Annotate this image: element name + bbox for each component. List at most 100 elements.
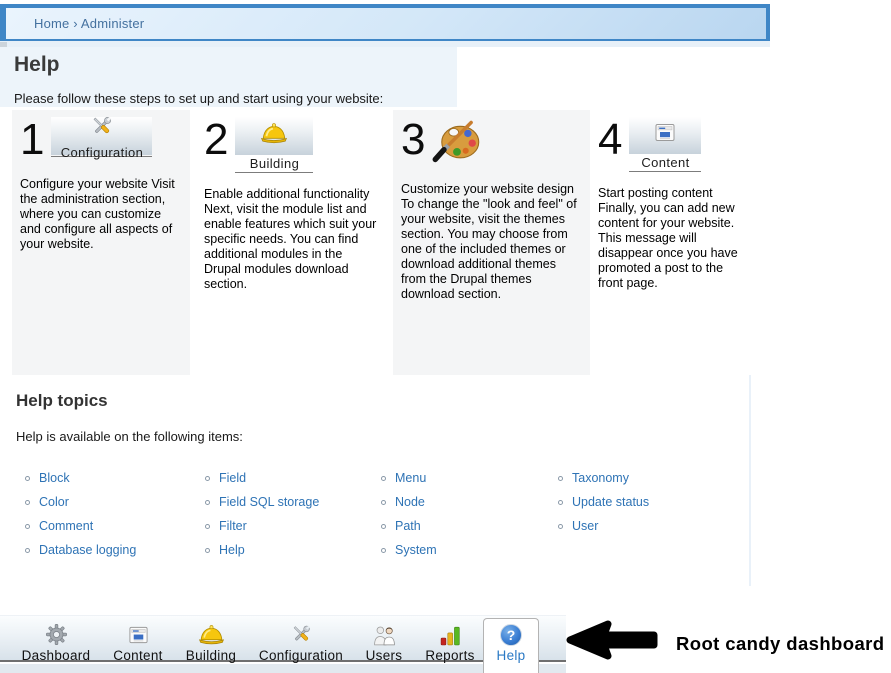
admin-toolbar: Dashboard Content Building Configuration…: [0, 615, 566, 663]
list-item: Color: [25, 490, 136, 514]
drupal-help-screen: Home › Administer Help Please follow the…: [0, 0, 891, 673]
step-description: Configure your website Visit the adminis…: [20, 177, 175, 251]
list-item: Update status: [558, 490, 649, 514]
circle-bullet-icon: [381, 475, 386, 481]
step-number: 3: [401, 115, 426, 164]
step-number: 4: [598, 115, 623, 164]
list-item: System: [381, 538, 437, 562]
topics-column-2: Field Field SQL storage Filter Help: [205, 466, 319, 562]
page-title: Help: [14, 53, 60, 76]
topic-link-menu[interactable]: Menu: [395, 471, 426, 485]
list-item: Block: [25, 466, 136, 490]
topic-link-taxonomy[interactable]: Taxonomy: [572, 471, 629, 485]
content-window-icon: [127, 621, 150, 646]
content-window-icon: [653, 122, 677, 149]
setup-steps: 1 Configuration Configure your website V…: [12, 110, 757, 375]
circle-bullet-icon: [205, 547, 210, 553]
topic-link-system[interactable]: System: [395, 543, 437, 557]
content-link[interactable]: Content: [629, 117, 702, 172]
step-1-column: 1 Configuration Configure your website V…: [12, 110, 190, 375]
circle-bullet-icon: [205, 499, 210, 505]
annotation-text: Root candy dashboard: [676, 633, 885, 654]
gear-icon: [45, 621, 68, 646]
step-number: 1: [20, 115, 45, 164]
toolbar-item-configuration[interactable]: Configuration: [251, 621, 351, 663]
content-right-divider: [749, 375, 751, 586]
topics-column-3: Menu Node Path System: [381, 466, 437, 562]
topic-link-field[interactable]: Field: [219, 471, 246, 485]
step-link-label: Building: [249, 156, 300, 171]
circle-bullet-icon: [205, 523, 210, 529]
configuration-link[interactable]: Configuration: [51, 116, 153, 160]
topic-link-user[interactable]: User: [572, 519, 598, 533]
list-item: Path: [381, 514, 437, 538]
question-mark-icon: ?: [500, 624, 522, 646]
toolbar-item-users[interactable]: Users: [354, 621, 414, 663]
hardhat-icon: [198, 621, 225, 646]
list-item: Database logging: [25, 538, 136, 562]
list-item: User: [558, 514, 649, 538]
help-topics-subtitle: Help is available on the following items…: [16, 429, 243, 444]
palette-icon[interactable]: [432, 119, 482, 168]
topics-column-4: Taxonomy Update status User: [558, 466, 649, 538]
topic-link-block[interactable]: Block: [39, 471, 70, 485]
step-4-column: 4 Content Start posting content Finally,…: [590, 110, 750, 375]
toolbar-label: Building: [185, 648, 237, 663]
list-item: Comment: [25, 514, 136, 538]
list-item: Taxonomy: [558, 466, 649, 490]
bar-chart-icon: [439, 621, 462, 646]
building-link[interactable]: Building: [235, 117, 314, 173]
step-description: Enable additional functionality Next, vi…: [204, 187, 377, 291]
toolbar-label: Content: [113, 648, 163, 663]
toolbar-item-building[interactable]: Building: [176, 621, 246, 663]
list-item: Field: [205, 466, 319, 490]
topic-link-update-status[interactable]: Update status: [572, 495, 649, 509]
list-item: Help: [205, 538, 319, 562]
step-link-label: Content: [641, 155, 690, 170]
topic-link-database-logging[interactable]: Database logging: [39, 543, 136, 557]
breadcrumb[interactable]: Home › Administer: [34, 16, 144, 31]
toolbar-label: Dashboard: [21, 648, 91, 663]
circle-bullet-icon: [25, 475, 30, 481]
left-arrow-icon: [566, 620, 658, 660]
topic-link-path[interactable]: Path: [395, 519, 421, 533]
users-icon: [372, 621, 397, 646]
toolbar-lower-strip: [0, 664, 566, 673]
list-item: Field SQL storage: [205, 490, 319, 514]
configuration-tools-icon: [289, 621, 314, 646]
topic-link-node[interactable]: Node: [395, 495, 425, 509]
page-intro: Please follow these steps to set up and …: [14, 91, 384, 106]
hardhat-icon: [260, 122, 288, 150]
circle-bullet-icon: [558, 475, 563, 481]
circle-bullet-icon: [381, 499, 386, 505]
topic-link-field-sql-storage[interactable]: Field SQL storage: [219, 495, 319, 509]
topic-link-help[interactable]: Help: [219, 543, 245, 557]
circle-bullet-icon: [558, 499, 563, 505]
help-topics-title: Help topics: [16, 391, 108, 410]
topic-link-comment[interactable]: Comment: [39, 519, 93, 533]
circle-bullet-icon: [25, 499, 30, 505]
toolbar-item-dashboard[interactable]: Dashboard: [14, 621, 98, 663]
topics-column-1: Block Color Comment Database logging: [25, 466, 136, 562]
list-item: Node: [381, 490, 437, 514]
step-number: 2: [204, 115, 229, 164]
list-item: Menu: [381, 466, 437, 490]
toolbar-item-help[interactable]: ? Help: [483, 618, 539, 673]
circle-bullet-icon: [25, 523, 30, 529]
circle-bullet-icon: [381, 547, 386, 553]
toolbar-item-content[interactable]: Content: [103, 621, 173, 663]
topic-link-filter[interactable]: Filter: [219, 519, 247, 533]
circle-bullet-icon: [381, 523, 386, 529]
toolbar-label: Help: [496, 648, 526, 663]
topic-link-color[interactable]: Color: [39, 495, 69, 509]
toolbar-label: Users: [365, 648, 403, 663]
list-item: Filter: [205, 514, 319, 538]
circle-bullet-icon: [558, 523, 563, 529]
step-description: Customize your website design To change …: [401, 182, 577, 301]
circle-bullet-icon: [25, 547, 30, 553]
toolbar-label: Reports: [425, 648, 475, 663]
configuration-tools-icon: [87, 113, 117, 144]
toolbar-item-reports[interactable]: Reports: [415, 621, 485, 663]
toolbar-label: Configuration: [258, 648, 344, 663]
step-3-column: 3 Customize your website design To chang…: [393, 110, 590, 375]
